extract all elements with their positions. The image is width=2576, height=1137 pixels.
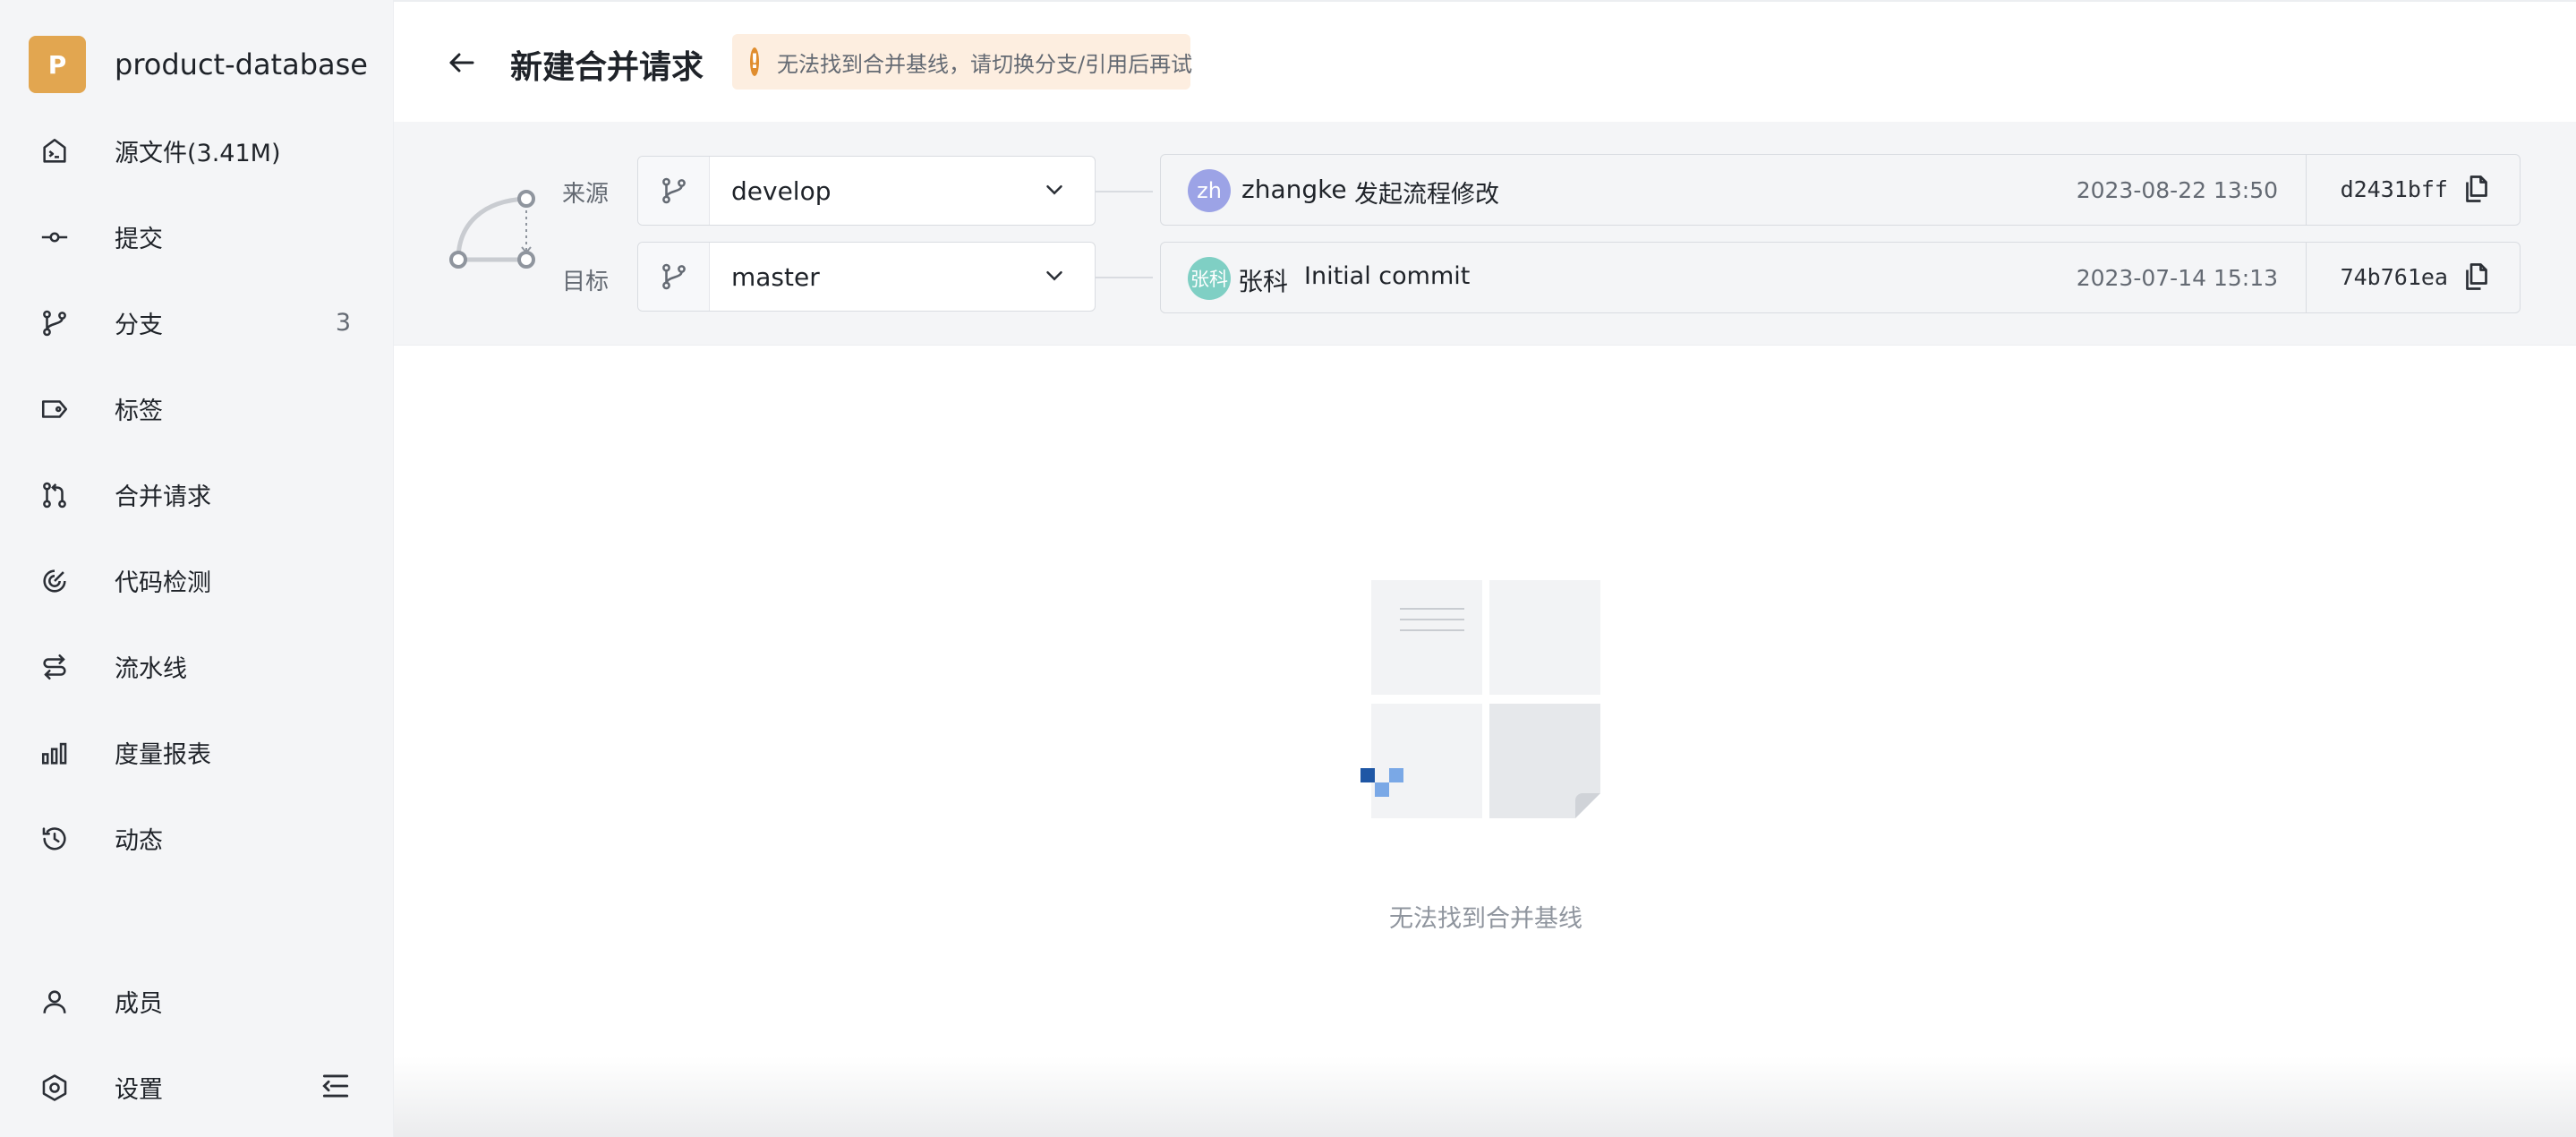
bar-chart-icon xyxy=(39,738,70,768)
settings-icon xyxy=(39,1073,70,1103)
sidebar-item-source-files[interactable]: 源文件(3.41M) xyxy=(0,118,394,183)
bottom-shade xyxy=(394,1056,2576,1137)
sidebar: P product-database 源文件(3.41M) 提交 分支 3 标签… xyxy=(0,0,394,1137)
sidebar-item-members[interactable]: 成员 xyxy=(0,969,394,1033)
branch-compare-panel: 来源 develop zh zhangke 发起流程修改 2023-08-22 … xyxy=(394,122,2576,346)
sidebar-item-label: 合并请求 xyxy=(115,483,211,511)
merge-request-icon xyxy=(39,480,70,510)
sidebar-item-code-scan[interactable]: 代码检测 xyxy=(0,548,394,612)
sidebar-item-label: 设置 xyxy=(115,1075,163,1104)
avatar: 张科 xyxy=(1188,257,1231,300)
sidebar-item-label: 流水线 xyxy=(115,654,187,683)
sidebar-item-label: 标签 xyxy=(115,397,163,425)
merge-diagram-icon xyxy=(449,190,535,269)
branch-icon xyxy=(638,157,710,225)
target-label: 目标 xyxy=(562,269,610,295)
sidebar-item-activity[interactable]: 动态 xyxy=(0,806,394,870)
sidebar-item-label: 成员 xyxy=(115,989,163,1018)
back-arrow-icon[interactable] xyxy=(446,47,478,79)
repo-header[interactable]: P product-database xyxy=(29,36,368,93)
code-file-icon xyxy=(39,136,70,167)
sidebar-item-metrics[interactable]: 度量报表 xyxy=(0,720,394,784)
sidebar-item-label: 分支 xyxy=(115,311,163,339)
divider xyxy=(2306,155,2307,225)
commit-sha[interactable]: 74b761ea xyxy=(2341,264,2448,290)
chevron-down-icon xyxy=(1041,262,1068,289)
empty-state-illustration xyxy=(1361,580,1600,818)
sidebar-item-commits[interactable]: 提交 xyxy=(0,204,394,269)
source-branch-name: develop xyxy=(731,176,832,206)
repo-avatar: P xyxy=(29,36,86,93)
warning-text: 无法找到合并基线，请切换分支/引用后再试 xyxy=(777,51,1193,77)
commit-sha[interactable]: d2431bff xyxy=(2341,176,2448,202)
collapse-sidebar-icon[interactable] xyxy=(319,1069,353,1103)
sidebar-item-label: 代码检测 xyxy=(115,568,211,597)
commit-date: 2023-08-22 13:50 xyxy=(2076,177,2278,203)
connector-line xyxy=(1096,191,1153,192)
commit-author[interactable]: 张科 xyxy=(1238,262,1288,298)
sidebar-item-merge-requests[interactable]: 合并请求 xyxy=(0,462,394,526)
commit-author[interactable]: zhangke xyxy=(1241,175,1347,204)
repo-name: product-database xyxy=(115,47,368,81)
sidebar-item-label: 源文件(3.41M) xyxy=(115,139,281,167)
warning-banner: ! 无法找到合并基线，请切换分支/引用后再试 xyxy=(732,34,1193,90)
copy-icon[interactable] xyxy=(2461,261,2493,293)
commit-message[interactable]: 发起流程修改 xyxy=(1354,175,1499,209)
branch-icon xyxy=(39,308,70,338)
chevron-down-icon xyxy=(1041,176,1068,203)
history-icon xyxy=(39,824,70,854)
commit-message[interactable]: Initial commit xyxy=(1304,262,1470,290)
sidebar-item-pipeline[interactable]: 流水线 xyxy=(0,634,394,698)
divider xyxy=(2306,243,2307,312)
page-header: 新建合并请求 ! 无法找到合并基线，请切换分支/引用后再试 xyxy=(394,0,2576,122)
branch-icon xyxy=(638,243,710,311)
tag-icon xyxy=(39,394,70,424)
source-commit-card: zh zhangke 发起流程修改 2023-08-22 13:50 d2431… xyxy=(1160,154,2521,226)
target-branch-select[interactable]: master xyxy=(637,242,1096,312)
user-icon xyxy=(39,987,70,1017)
sidebar-item-branches[interactable]: 分支 3 xyxy=(0,290,394,355)
target-commit-card: 张科 张科 Initial commit 2023-07-14 15:13 74… xyxy=(1160,242,2521,313)
source-branch-select[interactable]: develop xyxy=(637,156,1096,226)
scan-icon xyxy=(39,566,70,596)
commit-date: 2023-07-14 15:13 xyxy=(2076,265,2278,291)
connector-line xyxy=(1096,277,1153,278)
sidebar-item-label: 动态 xyxy=(115,826,163,855)
page-title: 新建合并请求 xyxy=(510,49,704,86)
sidebar-item-label: 度量报表 xyxy=(115,740,211,769)
sidebar-item-tags[interactable]: 标签 xyxy=(0,376,394,440)
sidebar-item-label: 提交 xyxy=(115,225,163,253)
target-branch-name: master xyxy=(731,262,820,292)
empty-state-message: 无法找到合并基线 xyxy=(1389,905,1582,933)
avatar: zh xyxy=(1188,169,1231,212)
pipeline-icon xyxy=(39,652,70,682)
source-label: 来源 xyxy=(562,181,610,208)
copy-icon[interactable] xyxy=(2461,173,2493,205)
commit-icon xyxy=(39,222,70,252)
warning-icon: ! xyxy=(750,47,760,76)
branch-count: 3 xyxy=(335,308,351,337)
